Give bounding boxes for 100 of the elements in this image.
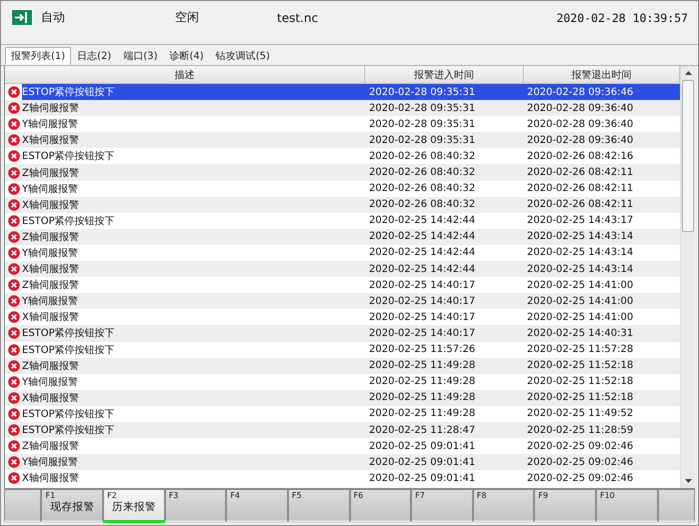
scroll-thumb[interactable]: [682, 80, 694, 232]
alarm-exit-time: 2020-02-25 14:43:14: [527, 247, 634, 258]
alarm-enter-time: 2020-02-25 14:40:17: [369, 296, 476, 307]
tab[interactable]: 报警列表(1): [5, 47, 72, 65]
table-row[interactable]: ESTOP紧停按钮按下 2020-02-25 14:40:17 2020-02-25 14:40:31: [5, 325, 680, 342]
error-icon: [8, 198, 20, 211]
error-icon: [8, 246, 20, 259]
alarm-description: X轴伺服报警: [22, 134, 79, 148]
alarm-description: X轴伺服报警: [22, 472, 79, 486]
table-row[interactable]: Y轴伺服报警 2020-02-25 09:01:41 2020-02-25 09:02:46: [5, 454, 680, 470]
table-row[interactable]: X轴伺服报警 2020-02-26 08:40:32 2020-02-26 08:42:11: [5, 196, 680, 213]
alarm-description: Y轴伺服报警: [22, 118, 78, 132]
alarm-exit-time: 2020-02-25 11:57:28: [527, 344, 634, 356]
table-row[interactable]: ESTOP紧停按钮按下 2020-02-25 11:28:47 2020-02-25 11:28:59: [5, 422, 680, 438]
alarm-description: ESTOP紧停按钮按下: [22, 408, 115, 421]
function-key[interactable]: F6: [350, 489, 412, 523]
alarm-enter-time: 2020-02-25 11:49:28: [369, 408, 476, 420]
alarm-description: Y轴伺服报警: [22, 456, 78, 470]
alarm-description: X轴伺服报警: [22, 262, 79, 276]
alarm-exit-time: 2020-02-25 11:49:52: [527, 408, 634, 420]
alarm-description: Y轴伺服报警: [22, 246, 78, 260]
alarm-description: X轴伺服报警: [22, 310, 79, 324]
error-icon: [8, 214, 20, 227]
alarm-enter-time: 2020-02-26 08:40:32: [369, 167, 476, 178]
alarm-exit-time: 2020-02-25 11:52:18: [527, 392, 634, 404]
function-key[interactable]: F8: [472, 489, 534, 523]
alarm-enter-time: 2020-02-25 14:42:44: [369, 247, 476, 258]
alarm-exit-time: 2020-02-28 09:36:40: [527, 118, 634, 130]
function-key[interactable]: F5: [288, 489, 350, 523]
table-row[interactable]: Y轴伺服报警 2020-02-26 08:40:32 2020-02-26 08:42:11: [5, 180, 680, 197]
alarm-exit-time: 2020-02-25 14:43:14: [527, 264, 634, 275]
function-key[interactable]: F7: [411, 489, 473, 523]
function-key[interactable]: F4: [226, 489, 288, 523]
alarm-description: Z轴伺服报警: [22, 166, 79, 180]
table-row[interactable]: Z轴伺服报警 2020-02-28 09:35:31 2020-02-28 09:36:40: [5, 100, 680, 116]
alarm-enter-time: 2020-02-28 09:35:31: [369, 86, 476, 98]
tab[interactable]: 钻攻调试(5): [210, 47, 276, 65]
alarm-exit-time: 2020-02-26 08:42:11: [527, 183, 634, 194]
function-key[interactable]: F10: [596, 489, 658, 523]
alarm-exit-time: 2020-02-26 08:42:16: [527, 150, 634, 162]
alarm-enter-time: 2020-02-25 11:49:28: [369, 376, 476, 388]
alarm-description: ESTOP紧停按钮按下: [22, 214, 115, 228]
table-row[interactable]: Y轴伺服报警 2020-02-25 11:49:28 2020-02-25 11:52:18: [5, 374, 680, 390]
alarm-exit-time: 2020-02-25 09:02:46: [527, 440, 634, 452]
alarm-description: Z轴伺服报警: [22, 230, 79, 244]
alarm-enter-time: 2020-02-28 09:35:31: [369, 118, 476, 130]
tab[interactable]: 诊断(4): [164, 47, 210, 65]
alarm-enter-time: 2020-02-28 09:35:31: [369, 134, 476, 146]
function-key[interactable]: F2 历来报警: [103, 489, 165, 523]
error-icon: [8, 360, 20, 372]
table-row[interactable]: Z轴伺服报警 2020-02-25 14:42:44 2020-02-25 14:43:14: [5, 228, 680, 245]
scrollbar[interactable]: [680, 66, 695, 488]
error-icon: [8, 279, 20, 292]
table-row[interactable]: Z轴伺服报警 2020-02-26 08:40:32 2020-02-26 08:42:11: [5, 164, 680, 181]
function-key[interactable]: F1 现存报警: [41, 489, 104, 523]
alarm-exit-time: 2020-02-26 08:42:11: [527, 199, 634, 210]
alarm-description: Z轴伺服报警: [22, 278, 79, 292]
table-row[interactable]: ESTOP紧停按钮按下 2020-02-25 11:57:26 2020-02-25 11:57:28: [5, 342, 680, 358]
alarm-exit-time: 2020-02-25 11:52:18: [527, 360, 634, 372]
error-icon: [8, 392, 20, 404]
tab[interactable]: 日志(2): [71, 47, 118, 65]
function-key[interactable]: F3: [164, 489, 226, 523]
error-icon: [8, 263, 20, 276]
alarm-exit-time: 2020-02-25 14:43:17: [527, 215, 634, 226]
tab[interactable]: 端口(3): [117, 47, 164, 65]
alarm-description: Z轴伺服报警: [22, 360, 79, 373]
table-row[interactable]: Y轴伺服报警 2020-02-25 14:40:17 2020-02-25 14:41:00: [5, 293, 680, 310]
function-key[interactable]: F9: [534, 489, 596, 523]
alarm-enter-time: 2020-02-25 09:01:41: [369, 440, 476, 452]
alarm-description: Y轴伺服报警: [22, 294, 78, 308]
table-row[interactable]: Y轴伺服报警 2020-02-28 09:35:31 2020-02-28 09:36:40: [5, 116, 680, 132]
alarm-description: Y轴伺服报警: [22, 376, 78, 389]
error-icon: [8, 344, 20, 356]
mode-label: 自动: [41, 9, 66, 26]
table-row[interactable]: X轴伺服报警 2020-02-25 14:42:44 2020-02-25 14:43:14: [5, 261, 680, 278]
table-row[interactable]: X轴伺服报警 2020-02-25 11:49:28 2020-02-25 11:52:18: [5, 390, 680, 406]
alarm-description: Z轴伺服报警: [22, 440, 79, 454]
error-icon: [8, 182, 20, 195]
table-row[interactable]: ESTOP紧停按钮按下 2020-02-26 08:40:32 2020-02-26 08:42:16: [5, 148, 680, 164]
alarm-exit-time: 2020-02-25 14:41:00: [527, 296, 634, 307]
table-row[interactable]: X轴伺服报警 2020-02-25 14:40:17 2020-02-25 14:41:00: [5, 309, 680, 326]
alarm-exit-time: 2020-02-28 09:36:40: [527, 102, 634, 114]
alarm-enter-time: 2020-02-26 08:40:32: [369, 199, 476, 210]
alarm-enter-time: 2020-02-25 11:49:28: [369, 392, 476, 404]
alarm-exit-time: 2020-02-25 11:28:59: [527, 424, 634, 436]
alarm-enter-time: 2020-02-25 14:42:44: [369, 215, 476, 226]
alarm-enter-time: 2020-02-25 14:40:17: [369, 328, 476, 339]
error-icon: [8, 134, 20, 146]
alarm-enter-time: 2020-02-25 14:40:17: [369, 312, 476, 323]
column-header[interactable]: 报警进入时间: [365, 66, 524, 83]
status-label: 空闲: [175, 9, 200, 26]
alarm-exit-time: 2020-02-28 09:36:46: [527, 86, 634, 98]
table-row[interactable]: ESTOP紧停按钮按下 2020-02-28 09:35:31 2020-02-28 09:36:46: [5, 84, 680, 100]
error-icon: [8, 166, 20, 179]
column-header[interactable]: 描述: [5, 66, 365, 83]
alarm-exit-time: 2020-02-25 09:02:46: [527, 472, 634, 484]
error-icon: [8, 118, 20, 130]
table-row[interactable]: Z轴伺服报警 2020-02-25 11:49:28 2020-02-25 11:52:18: [5, 358, 680, 374]
alarm-description: Y轴伺服报警: [22, 182, 78, 196]
table-row[interactable]: X轴伺服报警 2020-02-28 09:35:31 2020-02-28 09:36:40: [5, 132, 680, 148]
